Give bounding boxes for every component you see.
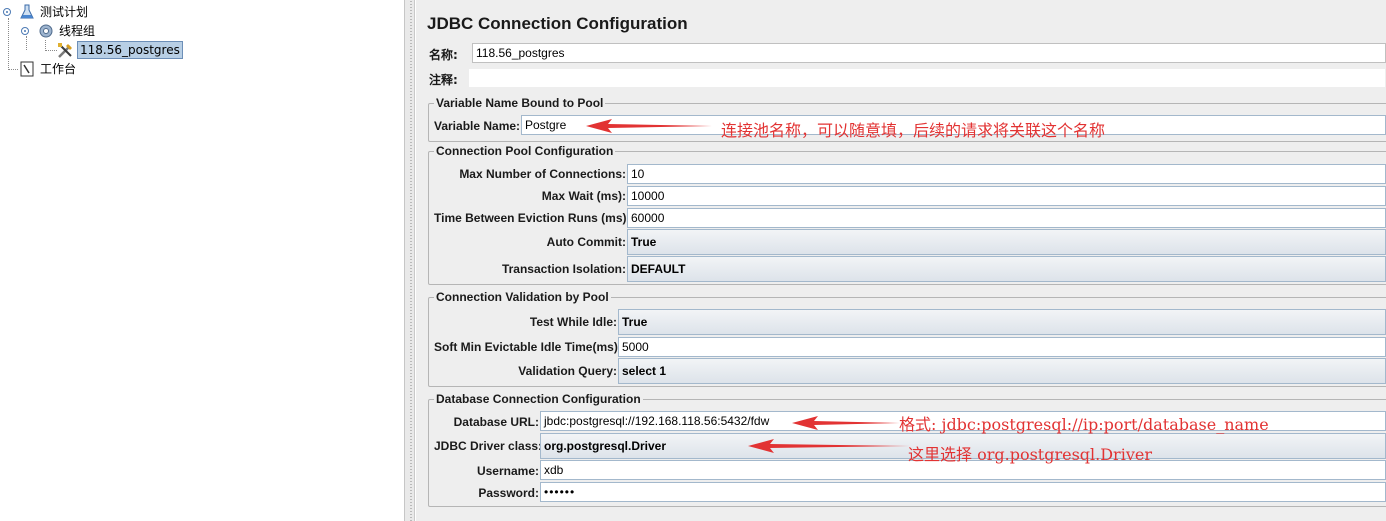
page-title: JDBC Connection Configuration xyxy=(427,14,688,33)
test-while-idle-select[interactable]: True xyxy=(618,309,1386,335)
tree-node-workbench[interactable]: 工作台 xyxy=(18,60,78,78)
flask-icon xyxy=(18,4,35,21)
tree-node-jdbc-config[interactable]: 118.56_postgres xyxy=(57,41,183,59)
tree-node-label: 118.56_postgres xyxy=(77,41,183,59)
eviction-runs-field[interactable]: 60000 xyxy=(627,208,1386,228)
comment-label: 注释: xyxy=(429,73,458,87)
max-wait-field[interactable]: 10000 xyxy=(627,186,1386,206)
validation-query-select[interactable]: select 1 xyxy=(618,358,1386,384)
tree-node-thread-group[interactable]: 线程组 xyxy=(37,22,97,40)
name-label: 名称: xyxy=(429,48,458,62)
database-url-label: Database URL: xyxy=(453,415,539,429)
tree-node-label: 工作台 xyxy=(40,62,77,76)
name-field[interactable]: 118.56_postgres xyxy=(472,43,1386,63)
pane-splitter[interactable] xyxy=(405,0,415,521)
jdbc-driver-label: JDBC Driver class: xyxy=(434,439,543,453)
expand-handle-icon[interactable] xyxy=(21,27,29,35)
annotation-arrow xyxy=(748,439,910,453)
tree-node-label: 线程组 xyxy=(59,24,96,38)
tree-node-label: 测试计划 xyxy=(40,5,89,19)
soft-min-idle-field[interactable]: 5000 xyxy=(618,337,1386,357)
group-title: Connection Validation by Pool xyxy=(434,290,611,304)
jdbc-config-panel: JDBC Connection Configuration 名称: 118.56… xyxy=(416,0,1386,521)
username-label: Username: xyxy=(476,464,539,478)
expand-handle-icon[interactable] xyxy=(3,8,11,16)
tools-icon xyxy=(57,42,74,59)
gear-icon xyxy=(37,23,54,40)
max-connections-field[interactable]: 10 xyxy=(627,164,1386,184)
test-while-idle-label: Test While Idle: xyxy=(529,315,617,329)
eviction-runs-label: Time Between Eviction Runs (ms): xyxy=(434,211,631,225)
variable-name-label: Variable Name: xyxy=(434,119,521,133)
tree-connector xyxy=(26,36,27,50)
transaction-isolation-select[interactable]: DEFAULT xyxy=(627,256,1386,282)
validation-query-label: Validation Query: xyxy=(518,364,617,378)
max-connections-label: Max Number of Connections: xyxy=(459,167,626,181)
max-wait-label: Max Wait (ms): xyxy=(541,189,626,203)
clipboard-icon xyxy=(18,61,35,78)
password-label: Password: xyxy=(478,486,539,500)
annotation-arrow xyxy=(586,119,712,133)
test-plan-tree[interactable]: 测试计划 线程组 118.56_postgres 工作台 xyxy=(0,0,405,521)
password-field[interactable]: •••••• xyxy=(540,482,1386,502)
tree-connector xyxy=(8,18,9,70)
auto-commit-label: Auto Commit: xyxy=(546,235,626,249)
group-title: Database Connection Configuration xyxy=(434,392,643,406)
comment-field[interactable] xyxy=(468,68,1386,88)
soft-min-idle-label: Soft Min Evictable Idle Time(ms): xyxy=(434,340,622,354)
group-title: Variable Name Bound to Pool xyxy=(434,96,606,110)
transaction-isolation-label: Transaction Isolation: xyxy=(501,262,626,276)
tree-connector xyxy=(8,69,18,70)
tree-node-test-plan[interactable]: 测试计划 xyxy=(18,3,90,21)
database-url-annotation: 格式: jdbc:postgresql://ip:port/database_n… xyxy=(899,415,1269,434)
jdbc-driver-annotation: 这里选择 org.postgresql.Driver xyxy=(908,445,1152,464)
auto-commit-select[interactable]: True xyxy=(627,229,1386,255)
annotation-arrow xyxy=(792,416,900,430)
variable-name-annotation: 连接池名称，可以随意填，后续的请求将关联这个名称 xyxy=(721,121,1106,140)
tree-connector xyxy=(45,50,57,51)
group-title: Connection Pool Configuration xyxy=(434,144,616,158)
